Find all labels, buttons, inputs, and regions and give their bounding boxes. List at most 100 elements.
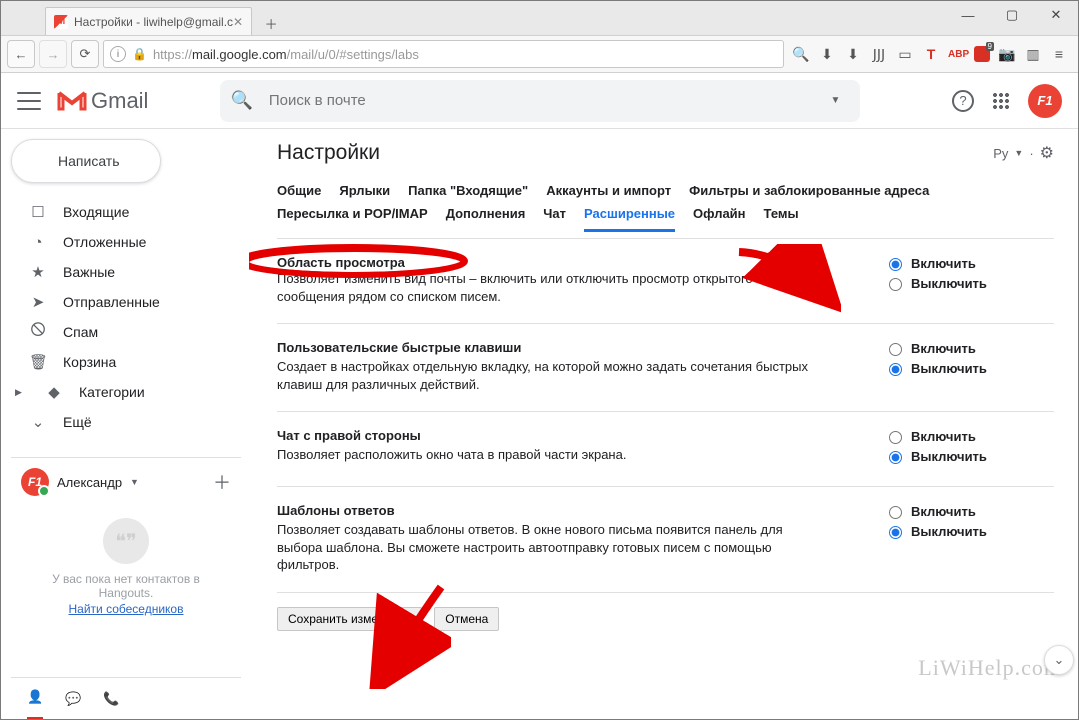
nav-reload-button[interactable]: ⟳: [71, 40, 99, 68]
menu-icon[interactable]: ≡: [1050, 46, 1068, 62]
apps-grid-icon[interactable]: [992, 92, 1010, 110]
setting-title: Чат с правой стороны: [277, 428, 824, 443]
nav-forward-button[interactable]: →: [39, 40, 67, 68]
setting-title: Шаблоны ответов: [277, 503, 824, 518]
setting-title: Пользовательские быстрые клавиши: [277, 340, 824, 355]
find-contacts-link[interactable]: Найти собеседников: [11, 602, 241, 616]
new-tab-button[interactable]: ＋: [258, 11, 284, 35]
gmail-logo[interactable]: Gmail: [57, 88, 148, 114]
nav-label: Отправленные: [63, 294, 160, 310]
sidebar-item-6[interactable]: ▶◆Категории: [11, 377, 241, 407]
help-icon[interactable]: ?: [952, 90, 974, 112]
settings-tab[interactable]: Общие: [277, 183, 321, 198]
browser-tab[interactable]: Настройки - liwihelp@gmail.c ✕: [45, 7, 252, 35]
nav-icon: ➤: [29, 293, 47, 311]
radio-disable[interactable]: [889, 363, 902, 376]
nav-label: Спам: [63, 324, 98, 340]
download-icon-2[interactable]: ⬇: [844, 46, 862, 63]
settings-tab[interactable]: Чат: [543, 206, 566, 232]
scroll-down-hint-icon[interactable]: ⌄: [1044, 645, 1074, 675]
option-disable[interactable]: Выключить: [884, 448, 1054, 464]
main-menu-button[interactable]: [17, 92, 41, 110]
user-caret-icon[interactable]: ▼: [130, 477, 139, 487]
zoom-icon[interactable]: 🔍: [792, 46, 810, 63]
sidebar-item-1[interactable]: ◔Отложенные: [11, 227, 241, 257]
window-close-icon[interactable]: ✕: [1034, 1, 1078, 29]
settings-tab[interactable]: Аккаунты и импорт: [546, 183, 671, 198]
download-icon-1[interactable]: ⬇: [818, 46, 836, 63]
site-info-icon[interactable]: i: [110, 46, 126, 62]
nav-icon: ◔: [29, 234, 47, 251]
radio-disable[interactable]: [889, 451, 902, 464]
search-options-icon[interactable]: ▼: [821, 95, 851, 106]
radio-enable[interactable]: [889, 343, 902, 356]
settings-tab[interactable]: Расширенные: [584, 206, 675, 232]
abp-icon[interactable]: ABP: [948, 49, 966, 60]
sidebar-item-4[interactable]: 🛇Спам: [11, 317, 241, 347]
sidebar-item-3[interactable]: ➤ Отправленные: [11, 287, 241, 317]
sidebar-item-5[interactable]: 🗑Корзина: [11, 347, 241, 377]
page-title: Настройки: [277, 141, 1054, 165]
option-disable[interactable]: Выключить: [884, 523, 1054, 539]
radio-disable[interactable]: [889, 526, 902, 539]
save-button[interactable]: Сохранить изменения: [277, 607, 422, 631]
option-disable[interactable]: Выключить: [884, 360, 1054, 376]
radio-disable[interactable]: [889, 278, 902, 291]
setting-row: Область просмотраПозволяет изменить вид …: [277, 239, 1054, 324]
settings-tab[interactable]: Фильтры и заблокированные адреса: [689, 183, 929, 198]
new-conversation-icon[interactable]: ＋: [213, 469, 231, 495]
nav-icon: 🗑: [29, 353, 47, 371]
settings-tab[interactable]: Дополнения: [446, 206, 526, 232]
language-label[interactable]: Ру: [993, 146, 1008, 161]
option-enable[interactable]: Включить: [884, 340, 1054, 356]
option-enable[interactable]: Включить: [884, 428, 1054, 444]
sidebar-ext-icon[interactable]: ▥: [1024, 46, 1042, 63]
settings-tab[interactable]: Пересылка и POP/IMAP: [277, 206, 428, 232]
hangouts-calls-icon[interactable]: 📞: [103, 691, 119, 707]
sidebar-item-0[interactable]: ☐Входящие: [11, 197, 241, 227]
setting-title: Область просмотра: [277, 255, 405, 270]
hangouts-chats-icon[interactable]: 💬: [65, 691, 81, 707]
gmail-m-icon: [57, 89, 87, 113]
compose-label: Написать: [58, 153, 119, 169]
option-enable[interactable]: Включить: [884, 255, 1054, 271]
search-icon[interactable]: 🔍: [230, 90, 252, 111]
settings-tab[interactable]: Папка "Входящие": [408, 183, 528, 198]
tab-close-icon[interactable]: ✕: [233, 15, 243, 29]
hangouts-user[interactable]: F1 Александр ▼ ＋: [11, 468, 241, 496]
search-box[interactable]: 🔍 ▼: [220, 80, 860, 122]
compose-button[interactable]: ＋ Написать: [11, 139, 161, 183]
nav-icon: ★: [29, 263, 47, 281]
setting-desc: Позволяет изменить вид почты – включить …: [277, 270, 824, 305]
nav-icon: ⌄: [29, 413, 47, 431]
settings-tab[interactable]: Темы: [764, 206, 799, 232]
library-icon[interactable]: 𝖩𝖩𝖩: [870, 46, 888, 63]
sidebar-item-2[interactable]: ★Важные: [11, 257, 241, 287]
settings-tab[interactable]: Офлайн: [693, 206, 746, 232]
gear-icon[interactable]: ⚙: [1040, 143, 1054, 163]
hangouts-contacts-icon[interactable]: 👤: [27, 678, 43, 720]
cancel-button[interactable]: Отмена: [434, 607, 499, 631]
setting-desc: Позволяет расположить окно чата в правой…: [277, 446, 824, 464]
nav-label: Категории: [79, 384, 145, 400]
extension-badge-icon[interactable]: [974, 46, 990, 62]
radio-enable[interactable]: [889, 431, 902, 444]
url-field[interactable]: i 🔒 https://mail.google.com/mail/u/0/#se…: [103, 40, 784, 68]
option-disable[interactable]: Выключить: [884, 275, 1054, 291]
sidebar-item-7[interactable]: ⌄Ещё: [11, 407, 241, 437]
language-caret-icon[interactable]: ▼: [1014, 148, 1023, 158]
radio-enable[interactable]: [889, 258, 902, 271]
reader-icon[interactable]: ▭: [896, 46, 914, 63]
camera-icon[interactable]: 📷: [998, 46, 1016, 63]
window-maximize-icon[interactable]: ▢: [990, 1, 1034, 29]
extension-t-icon[interactable]: T: [922, 46, 940, 62]
user-avatar-small: F1: [21, 468, 49, 496]
search-input[interactable]: [267, 91, 821, 110]
radio-enable[interactable]: [889, 506, 902, 519]
window-minimize-icon[interactable]: —: [946, 1, 990, 29]
option-enable[interactable]: Включить: [884, 503, 1054, 519]
account-avatar[interactable]: F1: [1028, 84, 1062, 118]
gmail-favicon: [54, 15, 68, 29]
settings-tab[interactable]: Ярлыки: [339, 183, 390, 198]
nav-back-button[interactable]: ←: [7, 40, 35, 68]
